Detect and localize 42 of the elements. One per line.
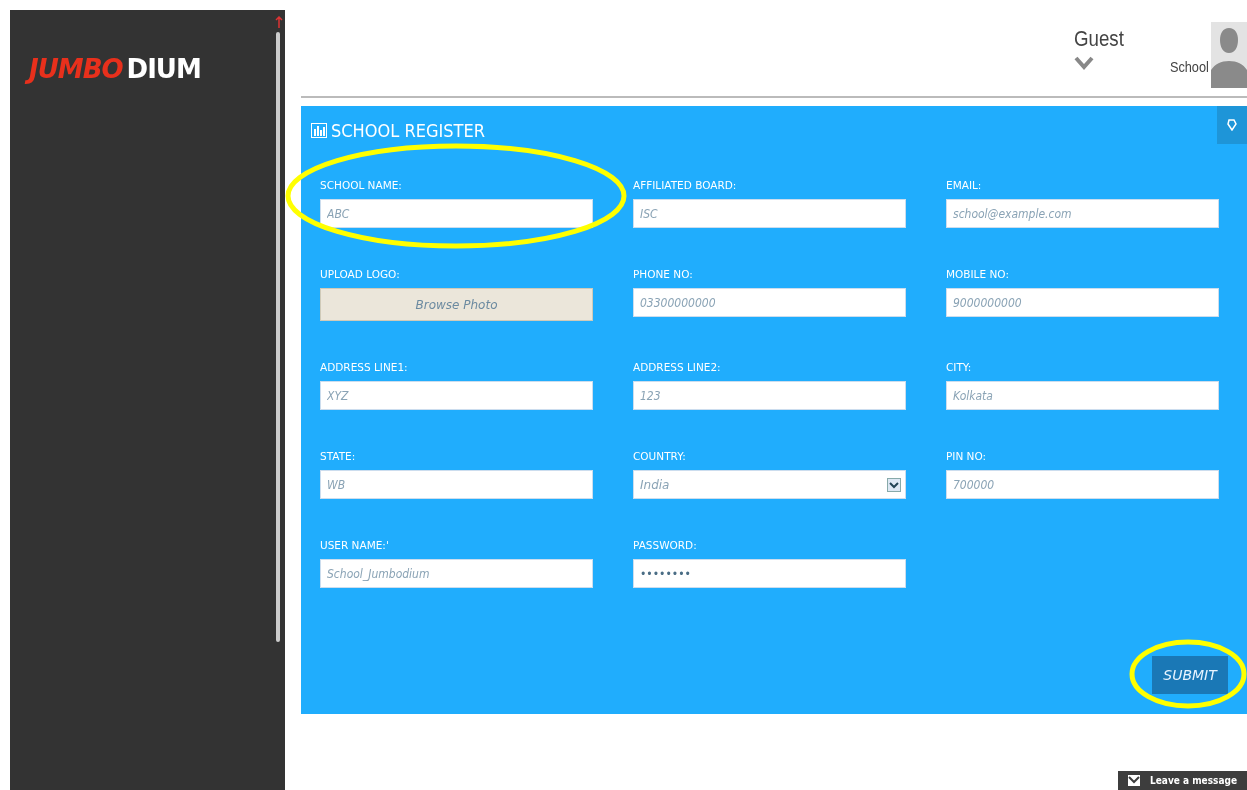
user-role: School bbox=[1170, 58, 1209, 75]
field-label: AFFILIATED BOARD: bbox=[633, 179, 738, 193]
input-field[interactable]: WB bbox=[320, 470, 593, 499]
field-label: STATE: bbox=[320, 450, 357, 464]
chevron-down-icon[interactable] bbox=[1074, 56, 1095, 70]
form-title: SCHOOL REGISTER bbox=[331, 120, 485, 141]
password-field[interactable]: •••••••• bbox=[633, 559, 906, 588]
field-label: ADDRESS LINE1: bbox=[320, 361, 409, 375]
logo: JUMBO DIUM bbox=[26, 52, 285, 86]
input-field[interactable]: 123 bbox=[633, 381, 906, 410]
field-label: USER NAME:' bbox=[320, 539, 390, 553]
input-field[interactable]: 03300000000 bbox=[633, 288, 906, 317]
input-field[interactable]: ISC bbox=[633, 199, 906, 228]
input-field[interactable]: school@example.com bbox=[946, 199, 1219, 228]
input-field[interactable]: ABC bbox=[320, 199, 593, 228]
field-label: COUNTRY: bbox=[633, 450, 687, 464]
scrollbar[interactable] bbox=[276, 32, 280, 642]
input-field[interactable]: XYZ bbox=[320, 381, 593, 410]
envelope-icon bbox=[1128, 775, 1140, 786]
field-label: ADDRESS LINE2: bbox=[633, 361, 722, 375]
up-arrow-icon bbox=[275, 16, 283, 28]
input-field[interactable]: School_Jumbodium bbox=[320, 559, 593, 588]
leave-message-button[interactable]: Leave a message bbox=[1118, 771, 1247, 790]
input-field[interactable]: Kolkata bbox=[946, 381, 1219, 410]
field-label: MOBILE NO: bbox=[946, 268, 1010, 282]
field-label: CITY: bbox=[946, 361, 973, 375]
input-field[interactable]: 9000000000 bbox=[946, 288, 1219, 317]
bar-chart-icon bbox=[311, 123, 327, 138]
field-label: SCHOOL NAME: bbox=[320, 179, 403, 193]
field-label: EMAIL: bbox=[946, 179, 983, 193]
tag-icon bbox=[1227, 119, 1237, 131]
avatar-icon bbox=[1211, 22, 1247, 88]
field-label: UPLOAD LOGO: bbox=[320, 268, 401, 282]
field-label: PHONE NO: bbox=[633, 268, 694, 282]
input-field[interactable]: 700000 bbox=[946, 470, 1219, 499]
country-dropdown[interactable]: India bbox=[633, 470, 906, 499]
submit-button[interactable]: SUBMIT bbox=[1152, 656, 1228, 694]
field-label: PASSWORD: bbox=[633, 539, 698, 553]
user-name: Guest bbox=[1074, 26, 1125, 52]
browse-photo-button[interactable]: Browse Photo bbox=[320, 288, 593, 321]
tag-button[interactable] bbox=[1217, 106, 1247, 144]
field-label: PIN NO: bbox=[946, 450, 988, 464]
